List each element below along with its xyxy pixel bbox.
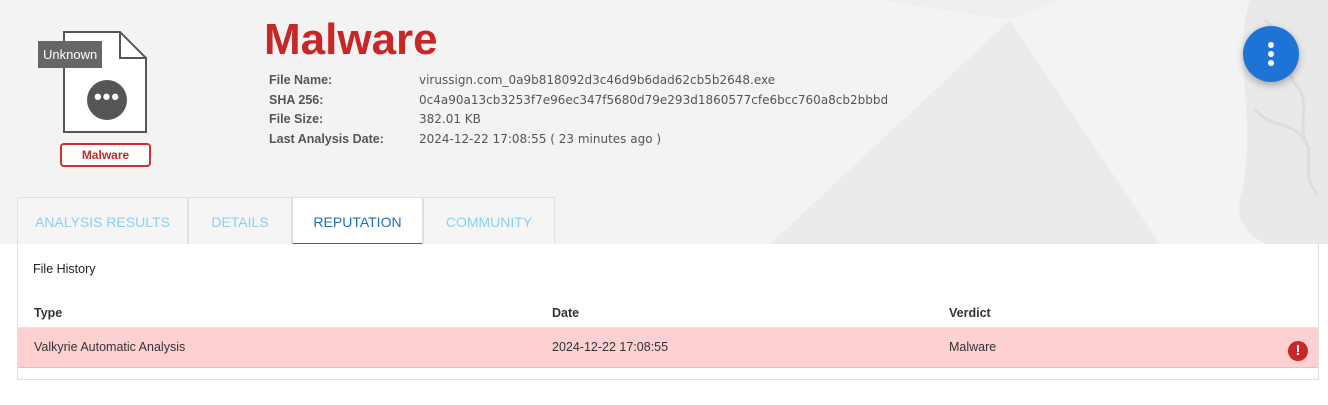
more-vertical-icon-dot — [1268, 60, 1274, 66]
tab-details[interactable]: DETAILS — [188, 197, 292, 245]
tab-bar: ANALYSIS RESULTS DETAILS REPUTATION COMM… — [17, 197, 555, 245]
column-header-type: Type — [34, 306, 63, 320]
cell-date: 2024-12-22 17:08:55 — [552, 340, 669, 354]
meta-value: 2024-12-22 17:08:55 ( 23 minutes ago ) — [419, 131, 662, 146]
column-header-date: Date — [552, 306, 580, 320]
table-row[interactable]: Valkyrie Automatic Analysis 2024-12-22 1… — [18, 328, 1318, 368]
tab-community[interactable]: COMMUNITY — [423, 197, 555, 245]
page-title: Malware — [264, 15, 438, 64]
meta-label: File Size: — [269, 112, 324, 126]
file-metadata: File Name: virussign.com_0a9b818092d3c46d… — [269, 71, 888, 149]
meta-label: SHA 256: — [269, 92, 324, 107]
meta-row-file-name: File Name: virussign.com_0a9b818092d3c46d… — [269, 71, 888, 91]
more-actions-button[interactable] — [1243, 26, 1299, 82]
more-vertical-icon-dot — [1268, 51, 1274, 57]
meta-row-last-analysis: Last Analysis Date: 2024-12-22 17:08:55 (… — [269, 130, 888, 150]
meta-label: Last Analysis Date: — [269, 131, 384, 146]
section-title: File History — [33, 262, 96, 276]
column-header-verdict: Verdict — [949, 306, 991, 320]
meta-row-sha256: SHA 256: 0c4a90a13cb3253f7e96ec347f5680d7… — [269, 91, 888, 111]
cell-verdict: Malware — [949, 340, 997, 354]
cell-type: Valkyrie Automatic Analysis — [34, 340, 186, 354]
meta-label: File Name: — [269, 73, 333, 87]
more-dots-icon: ••• — [87, 80, 127, 120]
more-vertical-icon — [1268, 42, 1274, 48]
meta-row-file-size: File Size: 382.01 KB — [269, 110, 888, 130]
meta-value: virussign.com_0a9b818092d3c46d9b6dad62cb… — [419, 73, 776, 87]
tab-reputation[interactable]: REPUTATION — [292, 197, 423, 245]
meta-value: 382.01 KB — [419, 112, 481, 126]
meta-value: 0c4a90a13cb3253f7e96ec347f5680d79e293d18… — [419, 92, 889, 107]
verdict-badge: Malware — [60, 143, 151, 167]
tab-analysis-results[interactable]: ANALYSIS RESULTS — [17, 197, 188, 245]
alert-circle-icon: ! — [1288, 341, 1308, 361]
file-type-tag: Unknown — [38, 41, 103, 68]
reputation-panel: File History Type Date Verdict Valkyrie … — [17, 244, 1319, 380]
